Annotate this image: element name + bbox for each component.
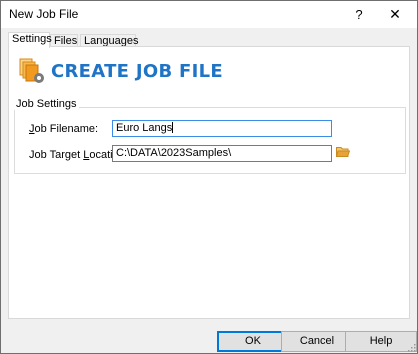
- resize-grip-icon[interactable]: [406, 342, 416, 352]
- cancel-button[interactable]: Cancel: [281, 331, 353, 352]
- create-job-file-icon: [19, 58, 44, 83]
- job-filename-value: Euro Langs: [116, 122, 173, 134]
- job-filename-label: Job Filename:: [29, 123, 98, 135]
- window-title: New Job File: [9, 7, 79, 21]
- job-settings-group: [14, 107, 406, 174]
- job-filename-label-text: ob Filename:: [34, 123, 99, 135]
- title-bar: New Job File ? ✕: [1, 1, 417, 28]
- job-target-location-input[interactable]: C:\DATA\2023Samples\: [112, 145, 332, 162]
- job-filename-input[interactable]: Euro Langs: [112, 120, 332, 137]
- job-target-location-value: C:\DATA\2023Samples\: [116, 147, 232, 159]
- text-caret: [172, 122, 174, 133]
- new-job-file-dialog: New Job File ? ✕ Settings Files Language…: [0, 0, 418, 354]
- page-title: CREATE JOB FILE: [51, 61, 223, 82]
- job-location-label-prefix: Job Target: [29, 149, 84, 161]
- tab-settings[interactable]: Settings: [8, 32, 52, 48]
- tab-settings-label: Settings: [12, 33, 52, 45]
- close-button[interactable]: ✕: [373, 1, 417, 28]
- ok-button[interactable]: OK: [217, 331, 289, 352]
- folder-open-icon[interactable]: [336, 146, 350, 158]
- job-settings-legend: Job Settings: [14, 98, 79, 110]
- settings-panel: CREATE JOB FILE Job Settings Job Filenam…: [8, 46, 410, 319]
